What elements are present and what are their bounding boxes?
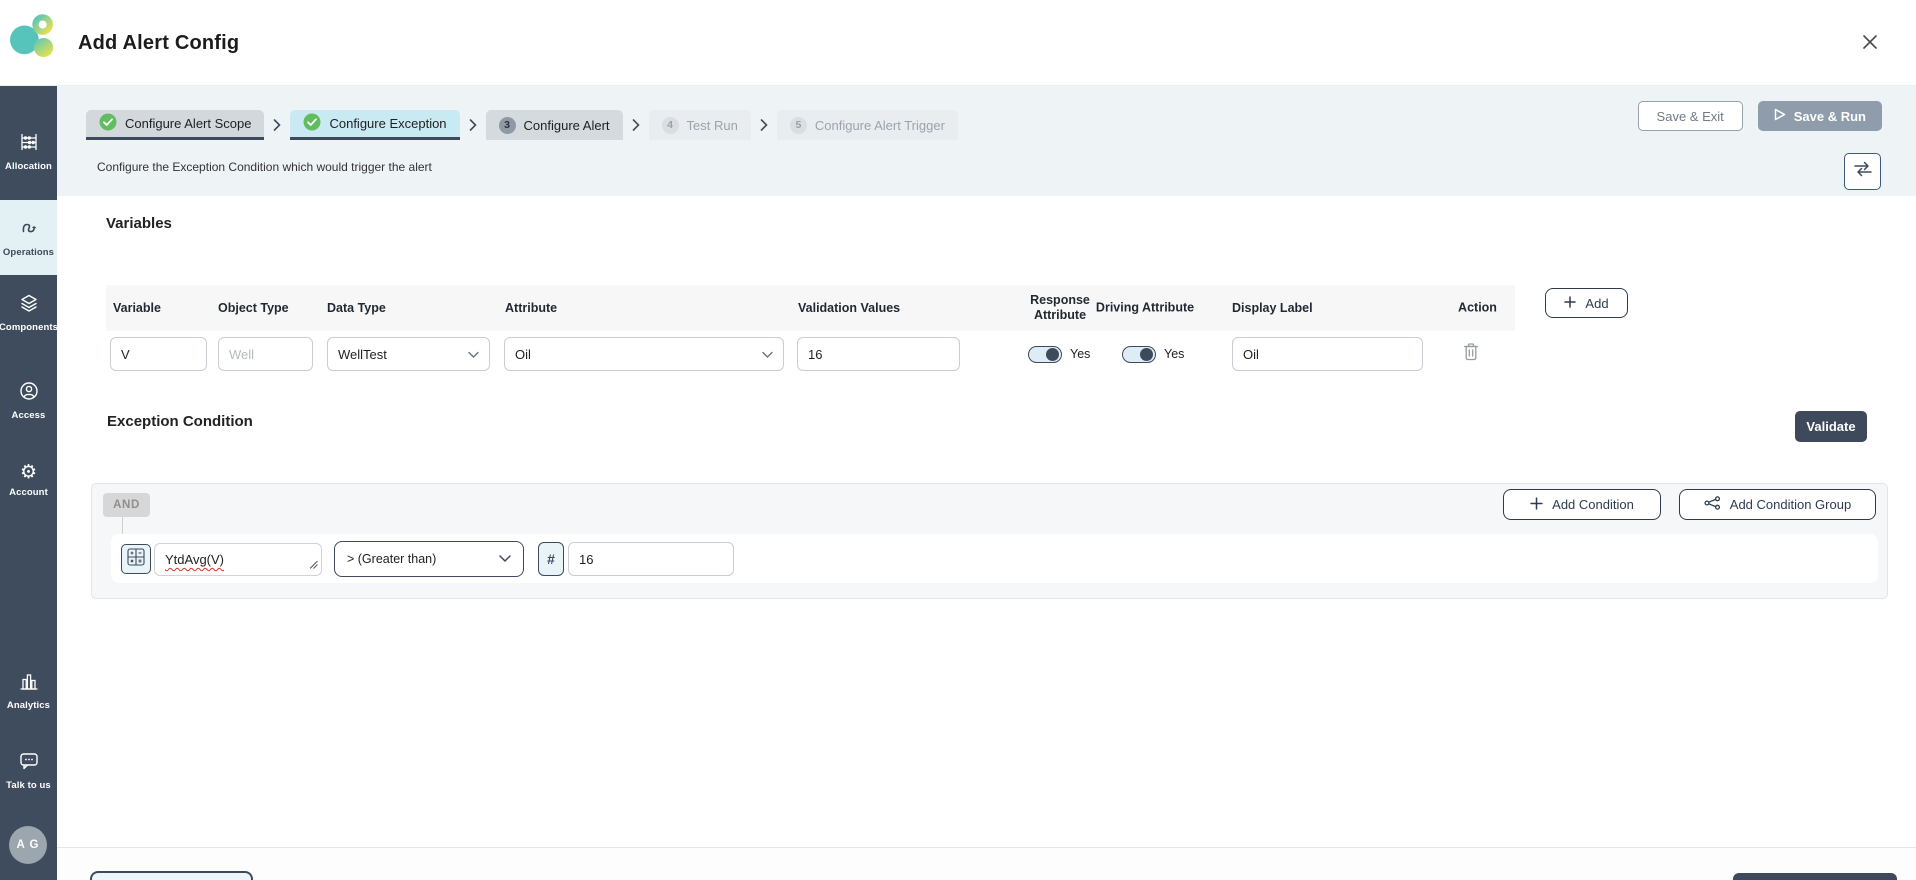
add-condition-group-button[interactable]: Add Condition Group: [1679, 489, 1876, 520]
expression-builder-button[interactable]: [121, 544, 151, 574]
step-number-badge: 5: [790, 117, 807, 134]
delete-row-button[interactable]: [1463, 342, 1479, 364]
sidebar-item-account[interactable]: ⚙ Account: [0, 463, 57, 498]
group-connector-line: [122, 517, 123, 534]
flow-icon: [19, 218, 39, 243]
column-header: Validation Values: [798, 301, 900, 315]
layers-icon: [19, 293, 39, 318]
swap-view-button[interactable]: [1844, 153, 1881, 190]
condition-value-input[interactable]: [568, 542, 734, 576]
column-header: Data Type: [327, 301, 386, 315]
step-configure-alert[interactable]: 3 Configure Alert: [486, 110, 623, 140]
next-step-button[interactable]: [1733, 873, 1897, 880]
sidebar-item-access[interactable]: Access: [0, 381, 57, 421]
swap-arrows-icon: [1853, 161, 1873, 182]
chevron-down-icon: [468, 347, 479, 362]
play-icon: [1774, 108, 1786, 124]
condition-row: YtdAvg(V) > (Greater than) #: [111, 534, 1878, 583]
variables-heading: Variables: [106, 215, 172, 232]
save-exit-button[interactable]: Save & Exit: [1638, 101, 1743, 131]
response-attribute-toggle[interactable]: [1028, 346, 1062, 363]
validation-values-input[interactable]: [797, 337, 960, 371]
bar-chart-icon: [19, 671, 39, 696]
column-header: Variable: [113, 301, 161, 315]
resize-grip-icon[interactable]: [310, 557, 318, 572]
sidebar-item-allocation[interactable]: Allocation: [0, 132, 57, 172]
close-icon[interactable]: [1860, 32, 1880, 52]
chevron-down-icon: [499, 552, 511, 566]
wizard-stepper: Configure Alert Scope Configure Exceptio…: [86, 110, 958, 140]
sidebar-nav: Allocation Operations Components: [0, 86, 57, 880]
chevron-right-icon: [632, 110, 640, 140]
data-type-select[interactable]: WellTest: [327, 337, 490, 371]
step-configure-exception[interactable]: Configure Exception: [290, 110, 459, 140]
value-type-button[interactable]: #: [538, 542, 564, 576]
user-avatar[interactable]: A G: [9, 826, 47, 864]
expression-field[interactable]: YtdAvg(V): [154, 543, 322, 576]
column-header: Attribute: [505, 301, 557, 315]
step-configure-alert-trigger: 5 Configure Alert Trigger: [777, 110, 958, 140]
abacus-icon: [19, 132, 39, 157]
app-header: Add Alert Config: [0, 0, 1916, 86]
column-header: Object Type: [218, 301, 289, 315]
gear-icon: ⚙: [20, 463, 37, 483]
toggle-knob: [1140, 348, 1153, 361]
step-number-badge: 4: [662, 117, 679, 134]
footer-bar: [57, 847, 1916, 880]
add-variable-button[interactable]: Add: [1545, 288, 1628, 318]
branch-icon: [1704, 496, 1721, 513]
chat-bubble-icon: [19, 751, 39, 776]
display-label-input[interactable]: [1232, 337, 1423, 371]
trash-icon: [1463, 349, 1479, 364]
validate-button[interactable]: Validate: [1795, 411, 1867, 442]
save-run-button[interactable]: Save & Run: [1758, 101, 1882, 131]
check-circle-icon: [99, 113, 117, 134]
exception-condition-heading: Exception Condition: [107, 413, 253, 430]
chevron-right-icon: [760, 110, 768, 140]
chevron-down-icon: [762, 347, 773, 362]
column-header: Display Label: [1232, 301, 1313, 315]
column-header: Action: [1440, 301, 1515, 316]
condition-group: AND Add Condition Add Condition Group: [91, 483, 1888, 599]
person-circle-icon: [19, 381, 39, 406]
calculator-icon: [127, 548, 145, 571]
plus-icon: [1530, 497, 1543, 513]
sidebar-item-talk-to-us[interactable]: Talk to us: [0, 751, 57, 791]
step-configure-alert-scope[interactable]: Configure Alert Scope: [86, 110, 264, 140]
add-condition-button[interactable]: Add Condition: [1503, 489, 1661, 520]
step-test-run: 4 Test Run: [649, 110, 751, 140]
variables-table-header: Variable Object Type Data Type Attribute…: [106, 285, 1515, 331]
step-number-badge: 3: [499, 117, 516, 134]
driving-attribute-toggle[interactable]: [1122, 346, 1156, 363]
column-header: Driving Attribute: [1095, 301, 1195, 316]
expression-text: YtdAvg(V): [165, 552, 224, 567]
chevron-right-icon: [273, 110, 281, 140]
variable-input[interactable]: [110, 337, 207, 371]
chevron-right-icon: [469, 110, 477, 140]
previous-step-button[interactable]: [90, 871, 253, 880]
plus-icon: [1564, 296, 1576, 311]
check-circle-icon: [303, 113, 321, 134]
toolbar: Save & Exit Save & Run: [1638, 101, 1882, 131]
response-attribute-value: Yes: [1070, 347, 1090, 361]
stepper-band: Configure Alert Scope Configure Exceptio…: [57, 86, 1916, 196]
app-logo-icon: [10, 10, 58, 69]
page-title: Add Alert Config: [78, 32, 239, 55]
group-operator-chip[interactable]: AND: [103, 493, 150, 517]
main-content: Variables Variable Object Type Data Type…: [57, 196, 1916, 847]
add-alert-config-screen: Add Alert Config Allocation: [0, 0, 1916, 880]
sidebar-item-operations[interactable]: Operations: [0, 200, 57, 275]
sidebar-item-analytics[interactable]: Analytics: [0, 671, 57, 711]
toggle-knob: [1046, 348, 1059, 361]
attribute-select[interactable]: Oil: [504, 337, 784, 371]
object-type-input[interactable]: [218, 337, 313, 371]
operator-select[interactable]: > (Greater than): [334, 541, 524, 577]
driving-attribute-value: Yes: [1164, 347, 1184, 361]
step-description: Configure the Exception Condition which …: [97, 160, 432, 174]
sidebar-item-components[interactable]: Components: [0, 293, 57, 333]
